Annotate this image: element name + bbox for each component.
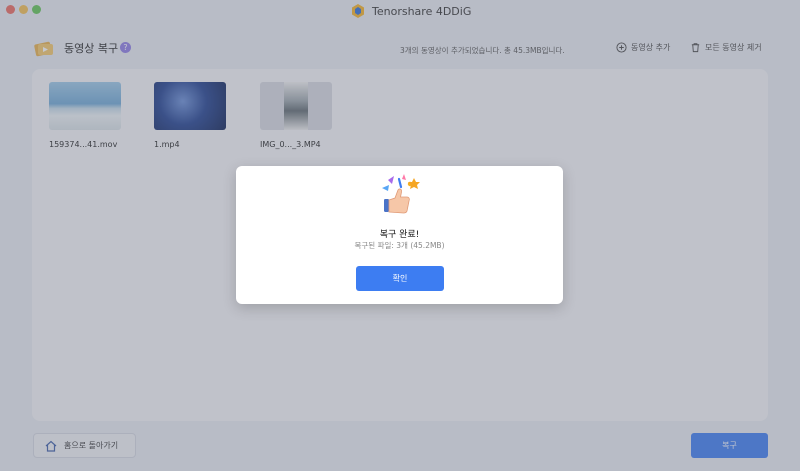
confirm-button[interactable]: 확인	[356, 266, 444, 291]
dialog-subtitle: 복구된 파일: 3개 (45.2MB)	[354, 241, 445, 250]
dialog-title: 복구 완료!	[379, 230, 420, 240]
thumbs-up-celebration-icon	[382, 174, 420, 214]
recovery-complete-dialog: 복구 완료! 복구된 파일: 3개 (45.2MB) 확인	[236, 166, 563, 304]
